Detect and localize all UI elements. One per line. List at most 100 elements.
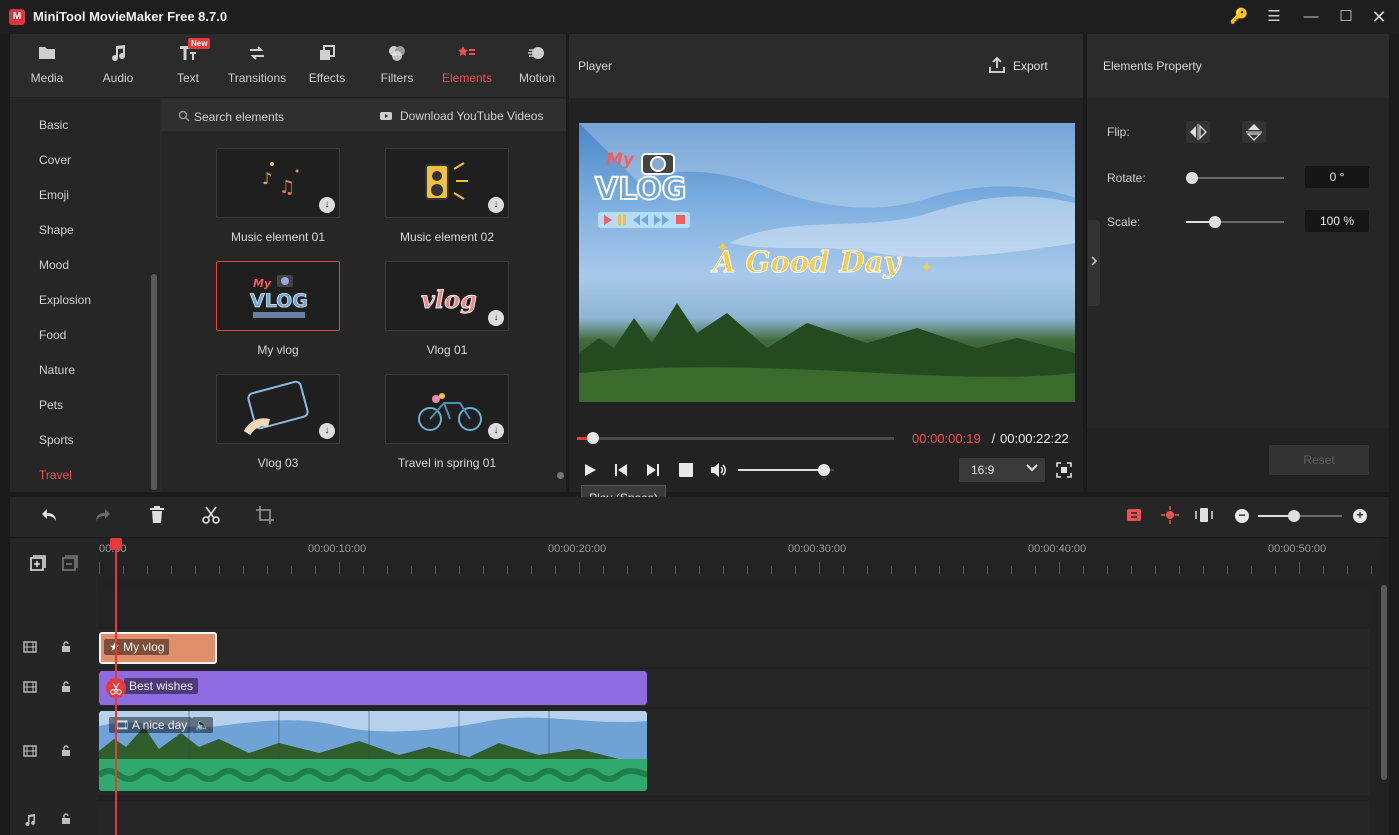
category-sports[interactable]: Sports [39, 433, 74, 447]
stop-icon[interactable] [679, 463, 693, 477]
remove-track-icon[interactable] [61, 554, 79, 572]
minimize-button[interactable]: — [1300, 6, 1322, 28]
delete-icon[interactable] [145, 505, 169, 529]
download-icon[interactable]: ↓ [488, 197, 504, 213]
lock-icon[interactable] [58, 813, 74, 828]
maximize-button[interactable]: ☐ [1335, 6, 1357, 28]
play-icon[interactable] [582, 462, 598, 478]
playhead-handle[interactable] [110, 538, 122, 550]
download-icon[interactable]: ↓ [488, 423, 504, 439]
volume-icon[interactable] [709, 462, 727, 478]
scale-value[interactable]: 100 % [1305, 210, 1369, 232]
category-basic[interactable]: Basic [39, 118, 68, 132]
ruler-tick [1347, 566, 1348, 574]
overlay-vlog-text: VLOG [594, 171, 687, 208]
category-nature[interactable]: Nature [39, 363, 75, 377]
ruler-label: 00:00:20:00 [548, 543, 607, 555]
close-button[interactable]: ✕ [1368, 6, 1390, 28]
ruler-tick [339, 562, 340, 574]
timeline-scrollbar[interactable] [1381, 585, 1387, 780]
tab-effects[interactable]: Effects [294, 34, 360, 98]
lock-icon[interactable] [58, 745, 74, 760]
svg-text:vlog: vlog [421, 285, 477, 314]
redo-icon[interactable] [91, 505, 115, 529]
lock-icon[interactable] [58, 641, 74, 656]
element-label: Travel in spring 01 [397, 456, 497, 470]
category-cover[interactable]: Cover [39, 153, 71, 167]
tab-filters[interactable]: Filters [364, 34, 430, 98]
fullscreen-icon[interactable] [1056, 462, 1072, 478]
tab-elements[interactable]: Elements [434, 34, 500, 98]
lock-icon[interactable] [58, 681, 74, 696]
export-button[interactable]: Export [1013, 59, 1048, 73]
category-mood[interactable]: Mood [39, 258, 69, 272]
element-card-my-vlog[interactable]: My VLOG [216, 261, 340, 331]
split-scissors-icon[interactable] [199, 505, 223, 529]
ruler-tick [99, 562, 100, 574]
element-card-travel-spring-01[interactable]: ↓ [385, 374, 509, 444]
aspect-ratio-select[interactable]: 16:9 [959, 458, 1045, 482]
zoom-in-icon[interactable]: + [1353, 509, 1367, 523]
element-card-vlog-01[interactable]: vlog ↓ [385, 261, 509, 331]
flip-vertical-icon[interactable] [1242, 121, 1266, 143]
clip-audio-icon[interactable]: 🔈 [192, 717, 213, 733]
download-youtube-link[interactable]: Download YouTube Videos [400, 109, 543, 123]
auto-fit-icon[interactable] [1158, 505, 1182, 529]
tab-transitions[interactable]: Transitions [224, 34, 290, 98]
category-shape[interactable]: Shape [39, 223, 74, 237]
tab-audio[interactable]: Audio [85, 34, 151, 98]
ruler-tick [123, 566, 124, 574]
element-card-vlog-03[interactable]: ↓ [216, 374, 340, 444]
rotate-value[interactable]: 0 ° [1305, 166, 1369, 188]
zoom-slider-knob[interactable] [1288, 510, 1300, 522]
tab-motion[interactable]: Motion [504, 34, 570, 98]
key-icon[interactable]: 🔑 [1228, 6, 1250, 28]
progress-bar[interactable] [577, 432, 894, 444]
music-note-icon [85, 44, 151, 64]
elements-icon [434, 44, 500, 64]
download-icon[interactable]: ↓ [319, 423, 335, 439]
ruler-tick [1059, 562, 1060, 574]
element-card-music-02[interactable]: ↓ [385, 148, 509, 218]
collapse-handle[interactable] [1088, 220, 1100, 306]
ruler-tick [579, 562, 580, 574]
reset-button[interactable]: Reset [1269, 445, 1369, 475]
tab-media[interactable]: Media [14, 34, 80, 98]
ruler-tick [795, 566, 796, 574]
flip-horizontal-icon[interactable] [1186, 121, 1210, 143]
category-pets[interactable]: Pets [39, 398, 63, 412]
category-food[interactable]: Food [39, 328, 66, 342]
export-icon[interactable] [988, 56, 1006, 74]
rotate-slider-knob[interactable] [1186, 172, 1198, 184]
category-emoji[interactable]: Emoji [39, 188, 69, 202]
previous-frame-icon[interactable] [613, 462, 629, 478]
element-card-music-01[interactable]: ♪ ♫ ↓ [216, 148, 340, 218]
download-icon[interactable]: ↓ [488, 310, 504, 326]
crop-icon[interactable] [253, 505, 277, 529]
search-input[interactable]: Search elements [194, 110, 284, 124]
ruler-tick [1107, 566, 1108, 574]
volume-slider[interactable] [738, 464, 834, 476]
snap-icon[interactable] [1122, 505, 1146, 529]
ruler-tick [315, 566, 316, 574]
menu-icon[interactable]: ☰ [1263, 6, 1285, 28]
video-clip[interactable]: 🎞 A nice day 🔈 [99, 711, 647, 791]
aspect-ratio-value: 16:9 [971, 463, 995, 477]
ruler-tick [435, 566, 436, 574]
motion-ball-icon [504, 44, 570, 64]
ruler-tick [171, 566, 172, 574]
zoom-to-fit-icon[interactable] [1192, 505, 1216, 529]
download-icon[interactable]: ↓ [319, 197, 335, 213]
add-track-icon[interactable] [29, 554, 47, 572]
split-marker-icon[interactable] [106, 678, 126, 698]
text-clip[interactable]: Best wishes [99, 671, 647, 705]
zoom-out-icon[interactable]: − [1235, 509, 1249, 523]
ruler-tick [219, 566, 220, 574]
scale-slider-knob[interactable] [1209, 216, 1221, 228]
category-scrollbar[interactable] [151, 274, 157, 490]
category-travel[interactable]: Travel [39, 468, 72, 482]
rotate-slider[interactable] [1186, 177, 1284, 179]
undo-icon[interactable] [37, 505, 61, 529]
category-explosion[interactable]: Explosion [39, 293, 91, 307]
next-frame-icon[interactable] [645, 462, 661, 478]
